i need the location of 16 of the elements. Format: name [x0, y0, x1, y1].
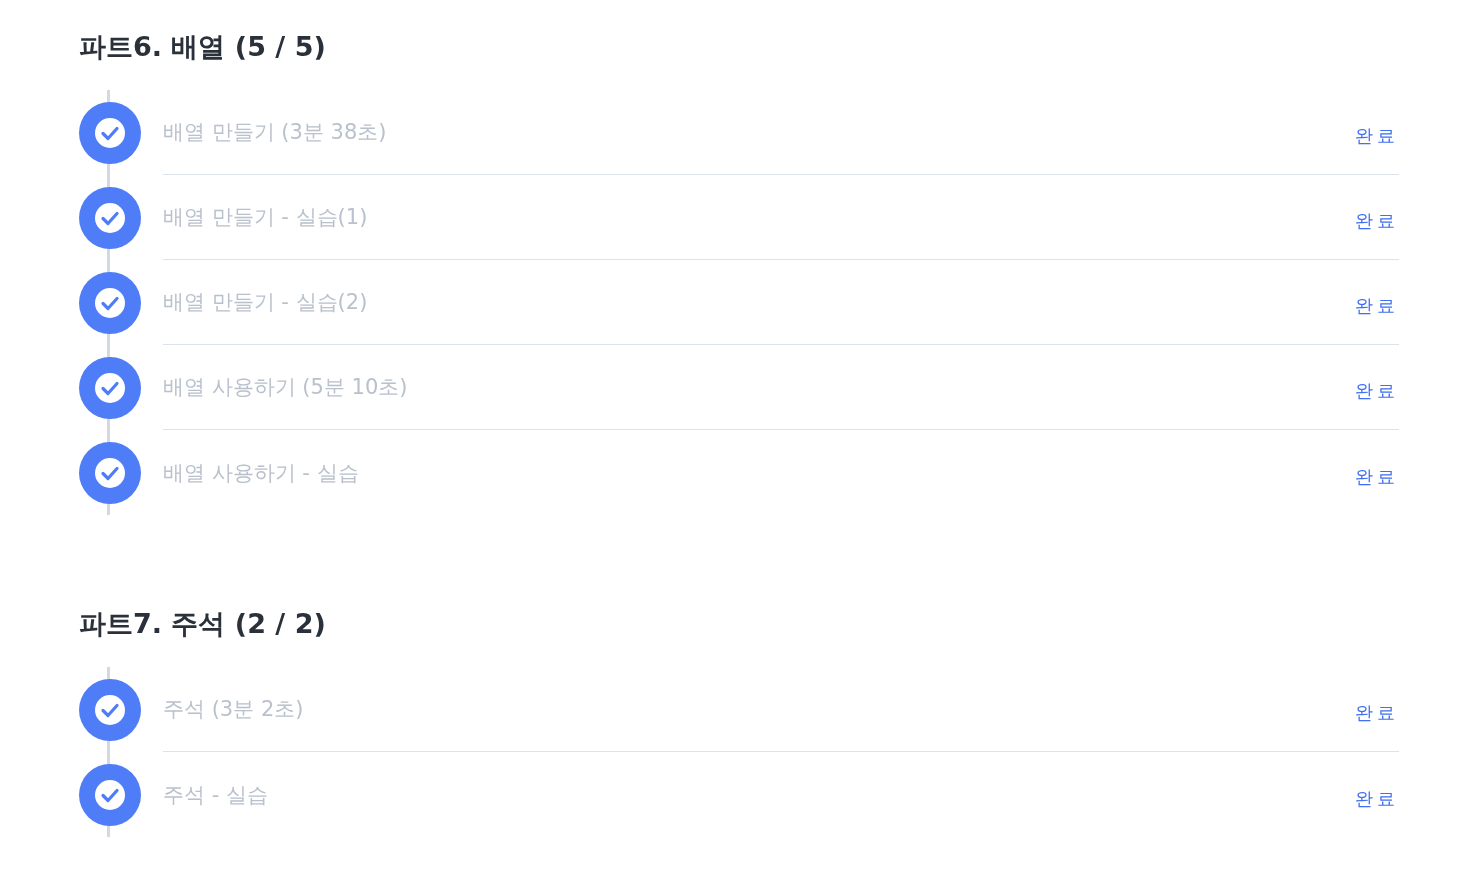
- section-title: 파트6. 배열 (5 / 5): [79, 30, 326, 64]
- lesson-link[interactable]: 주석 - 실습: [163, 780, 268, 809]
- status-label: 완료: [1355, 209, 1399, 233]
- status-label: 완료: [1355, 701, 1399, 725]
- lesson-link[interactable]: 배열 사용하기 - 실습: [163, 458, 359, 487]
- lesson-link[interactable]: 주석 (3분 2초): [163, 695, 304, 723]
- lesson-link[interactable]: 배열 만들기 - 실습(1): [163, 203, 368, 231]
- status-label: 완료: [1355, 379, 1399, 403]
- status-label: 완료: [1355, 786, 1399, 811]
- lesson-link[interactable]: 배열 만들기 (3분 38초): [163, 118, 387, 146]
- lesson-link[interactable]: 배열 사용하기 (5분 10초): [163, 373, 408, 401]
- section-title: 파트7. 주석 (2 / 2): [79, 607, 326, 641]
- status-label: 완료: [1355, 464, 1399, 489]
- status-label: 완료: [1355, 294, 1399, 318]
- lesson-link[interactable]: 배열 만들기 - 실습(2): [163, 288, 368, 316]
- status-label: 완료: [1355, 124, 1399, 148]
